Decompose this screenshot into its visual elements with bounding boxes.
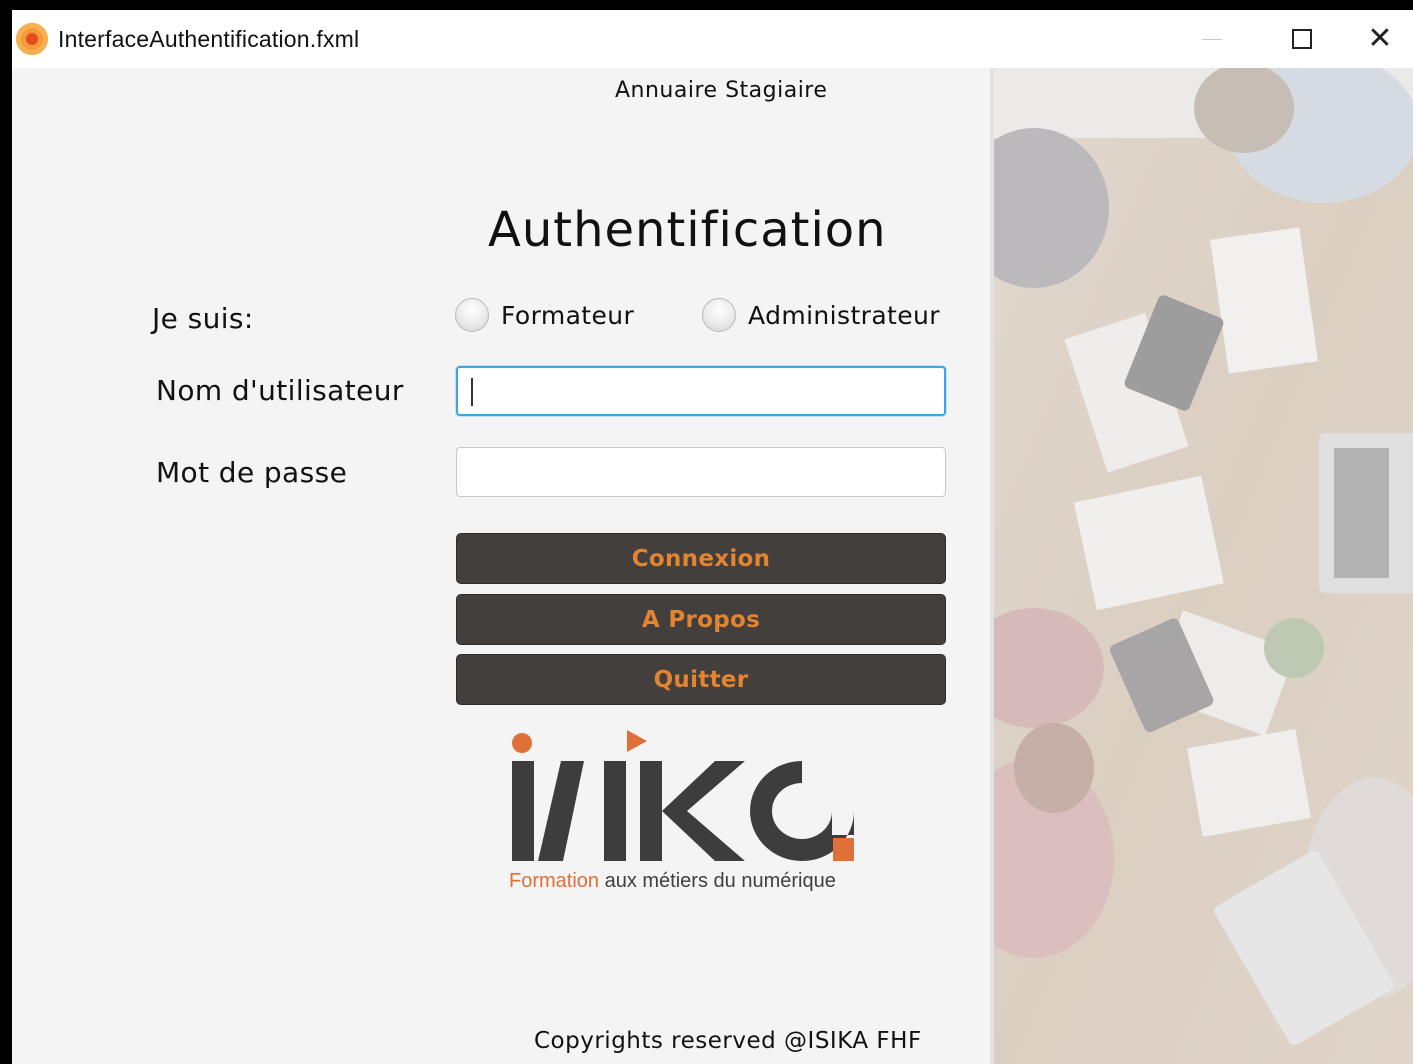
application-window: InterfaceAuthentification.fxml ✕ Annuair… [0, 0, 1413, 1064]
connexion-button[interactable]: Connexion [456, 533, 946, 584]
minimize-button[interactable] [1167, 10, 1257, 68]
office-team-photo-image [994, 68, 1413, 1064]
role-label: Je suis: [152, 302, 254, 335]
login-pane: Annuaire Stagiaire Authentification Je s… [12, 68, 990, 1064]
password-field[interactable] [456, 447, 946, 497]
radio-formateur-button[interactable] [455, 298, 489, 332]
maximize-button[interactable] [1257, 10, 1347, 68]
title-bar[interactable]: InterfaceAuthentification.fxml ✕ [12, 10, 1413, 68]
radio-formateur[interactable]: Formateur [455, 298, 634, 332]
radio-administrateur-button[interactable] [702, 298, 736, 332]
logo-tagline-accent: Formation [509, 870, 600, 892]
username-label: Nom d'utilisateur [156, 374, 404, 407]
a-propos-button[interactable]: A Propos [456, 594, 946, 645]
maximize-icon [1292, 29, 1312, 49]
logo-tagline: Formation aux métiers du numérique [509, 870, 836, 893]
username-field[interactable] [456, 366, 946, 416]
minimize-icon [1202, 38, 1222, 40]
radio-administrateur-label[interactable]: Administrateur [748, 301, 940, 330]
office-team-photo [994, 68, 1413, 1064]
quitter-button[interactable]: Quitter [456, 654, 946, 705]
username-input[interactable] [458, 368, 944, 414]
page-title: Authentification [488, 202, 887, 258]
radio-administrateur[interactable]: Administrateur [702, 298, 940, 332]
window-content: Annuaire Stagiaire Authentification Je s… [12, 68, 1413, 1064]
window-title: InterfaceAuthentification.fxml [58, 26, 360, 52]
radio-formateur-label[interactable]: Formateur [501, 301, 634, 330]
close-button[interactable]: ✕ [1347, 10, 1413, 68]
password-label: Mot de passe [156, 456, 348, 489]
isika-logo-mark [512, 730, 854, 861]
close-icon: ✕ [1367, 21, 1393, 56]
password-input[interactable] [457, 448, 945, 496]
copyright-text: Copyrights reserved @ISIKA FHF [534, 1028, 922, 1054]
app-name: Annuaire Stagiaire [615, 78, 828, 103]
isika-logo: Formation aux métiers du numérique [500, 728, 870, 898]
logo-tagline-rest: aux métiers du numérique [599, 870, 836, 892]
app-icon [16, 23, 48, 55]
